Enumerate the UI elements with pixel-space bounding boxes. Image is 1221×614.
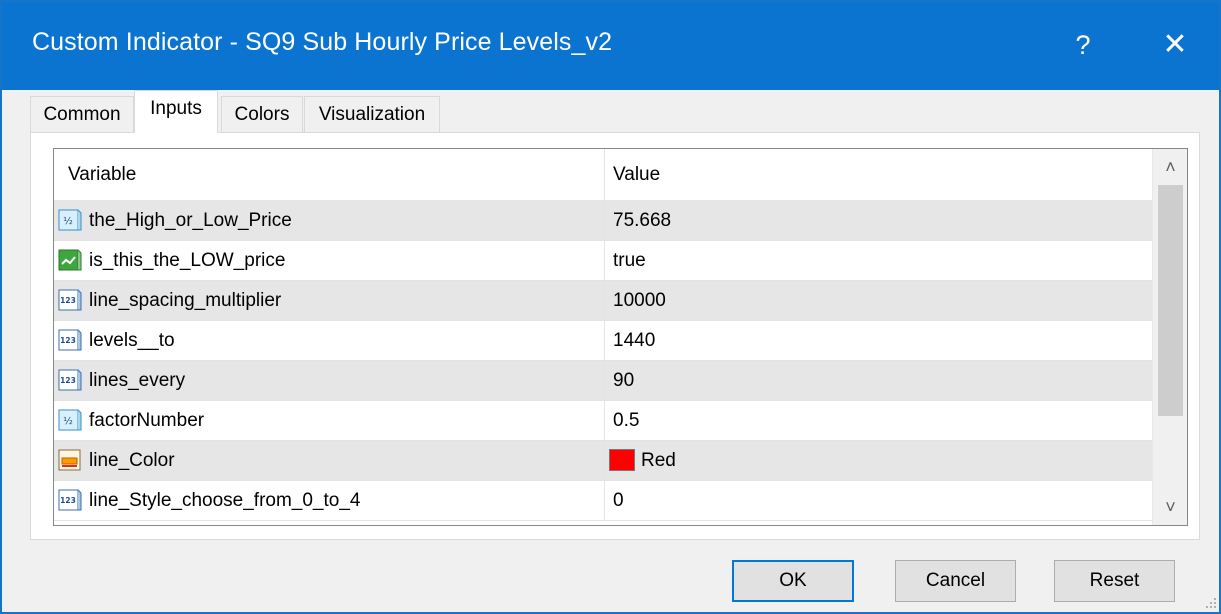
cancel-button[interactable]: Cancel bbox=[895, 560, 1016, 602]
value-text: 0.5 bbox=[613, 410, 640, 431]
svg-text:123: 123 bbox=[60, 336, 76, 345]
int-type-icon: 123 bbox=[58, 289, 82, 311]
bool-type-icon bbox=[58, 249, 82, 271]
value-cell[interactable]: true bbox=[605, 241, 1152, 280]
help-button[interactable]: ? bbox=[1060, 22, 1106, 68]
value-cell[interactable]: 90 bbox=[605, 361, 1152, 400]
table-row[interactable]: 123 lines_every 90 bbox=[54, 361, 1152, 401]
int-type-icon: 123 bbox=[58, 489, 82, 511]
variable-cell: 123 line_spacing_multiplier bbox=[54, 281, 605, 320]
table-row[interactable]: line_Color Red bbox=[54, 441, 1152, 481]
value-cell[interactable]: 1440 bbox=[605, 321, 1152, 360]
double-type-icon: ½ bbox=[58, 209, 82, 231]
column-header-variable[interactable]: Variable bbox=[54, 149, 605, 201]
color-swatch bbox=[609, 449, 635, 471]
close-button[interactable]: ✕ bbox=[1152, 22, 1198, 68]
inputs-grid: Variable Value ½ the_High_or_Low_Price 7… bbox=[53, 148, 1188, 526]
table-row[interactable]: is_this_the_LOW_price true bbox=[54, 241, 1152, 281]
variable-cell: 123 line_Style_choose_from_0_to_4 bbox=[54, 481, 605, 520]
variable-cell: 123 levels__to bbox=[54, 321, 605, 360]
scroll-down-icon[interactable]: ˅ bbox=[1153, 489, 1187, 525]
window-title: Custom Indicator - SQ9 Sub Hourly Price … bbox=[32, 28, 613, 56]
color-type-icon bbox=[58, 449, 81, 471]
value-text: 75.668 bbox=[613, 210, 672, 231]
value-text: 0 bbox=[613, 490, 624, 511]
title-bar[interactable]: Custom Indicator - SQ9 Sub Hourly Price … bbox=[2, 2, 1219, 90]
table-row[interactable]: 123 levels__to 1440 bbox=[54, 321, 1152, 361]
variable-name: line_Color bbox=[89, 450, 175, 471]
variable-cell: 123 lines_every bbox=[54, 361, 605, 400]
svg-text:123: 123 bbox=[60, 376, 76, 385]
svg-text:123: 123 bbox=[60, 496, 76, 505]
double-type-icon: ½ bbox=[58, 409, 82, 431]
variable-cell: line_Color bbox=[54, 441, 605, 480]
vertical-scrollbar[interactable]: ˄ ˅ bbox=[1152, 149, 1187, 525]
int-type-icon: 123 bbox=[58, 369, 82, 391]
scroll-up-icon[interactable]: ˄ bbox=[1153, 149, 1187, 185]
variable-cell: ½ the_High_or_Low_Price bbox=[54, 201, 605, 240]
variable-name: line_spacing_multiplier bbox=[89, 290, 282, 311]
variable-cell: is_this_the_LOW_price bbox=[54, 241, 605, 280]
grid-header: Variable Value bbox=[54, 149, 1152, 201]
variable-name: line_Style_choose_from_0_to_4 bbox=[89, 490, 361, 511]
svg-text:123: 123 bbox=[60, 296, 76, 305]
variable-name: factorNumber bbox=[89, 410, 205, 431]
scroll-thumb[interactable] bbox=[1158, 185, 1183, 416]
variable-name: the_High_or_Low_Price bbox=[89, 210, 292, 231]
table-row[interactable]: ½ the_High_or_Low_Price 75.668 bbox=[54, 201, 1152, 241]
tab-colors[interactable]: Colors bbox=[221, 96, 303, 132]
int-type-icon: 123 bbox=[58, 329, 82, 351]
dialog-window: Custom Indicator - SQ9 Sub Hourly Price … bbox=[0, 0, 1221, 614]
column-header-value[interactable]: Value bbox=[605, 149, 1152, 201]
resize-grip-icon[interactable] bbox=[1202, 594, 1218, 610]
variable-name: is_this_the_LOW_price bbox=[89, 250, 286, 271]
svg-text:½: ½ bbox=[63, 215, 73, 227]
value-cell[interactable]: 0 bbox=[605, 481, 1152, 520]
value-text: 90 bbox=[613, 370, 635, 391]
inputs-panel: Variable Value ½ the_High_or_Low_Price 7… bbox=[30, 132, 1200, 540]
grid-rows: ½ the_High_or_Low_Price 75.668 is_this_t… bbox=[54, 201, 1152, 521]
tab-common[interactable]: Common bbox=[30, 96, 134, 132]
ok-button[interactable]: OK bbox=[732, 560, 854, 602]
table-row[interactable]: 123 line_Style_choose_from_0_to_4 0 bbox=[54, 481, 1152, 521]
reset-button[interactable]: Reset bbox=[1054, 560, 1175, 602]
tab-visualization[interactable]: Visualization bbox=[304, 96, 440, 132]
variable-cell: ½ factorNumber bbox=[54, 401, 605, 440]
variable-name: lines_every bbox=[89, 370, 186, 391]
resize-grip-dots bbox=[1206, 598, 1216, 608]
value-cell[interactable]: 0.5 bbox=[605, 401, 1152, 440]
table-row[interactable]: ½ factorNumber 0.5 bbox=[54, 401, 1152, 441]
value-cell[interactable]: 75.668 bbox=[605, 201, 1152, 240]
value-text: 10000 bbox=[613, 290, 666, 311]
table-row[interactable]: 123 line_spacing_multiplier 10000 bbox=[54, 281, 1152, 321]
svg-text:½: ½ bbox=[63, 415, 73, 427]
variable-name: levels__to bbox=[89, 330, 175, 351]
value-cell[interactable]: Red bbox=[605, 441, 1152, 480]
tab-inputs[interactable]: Inputs bbox=[134, 90, 218, 133]
value-text: 1440 bbox=[613, 330, 656, 351]
value-text: Red bbox=[641, 450, 676, 471]
value-cell[interactable]: 10000 bbox=[605, 281, 1152, 320]
value-text: true bbox=[613, 250, 646, 271]
